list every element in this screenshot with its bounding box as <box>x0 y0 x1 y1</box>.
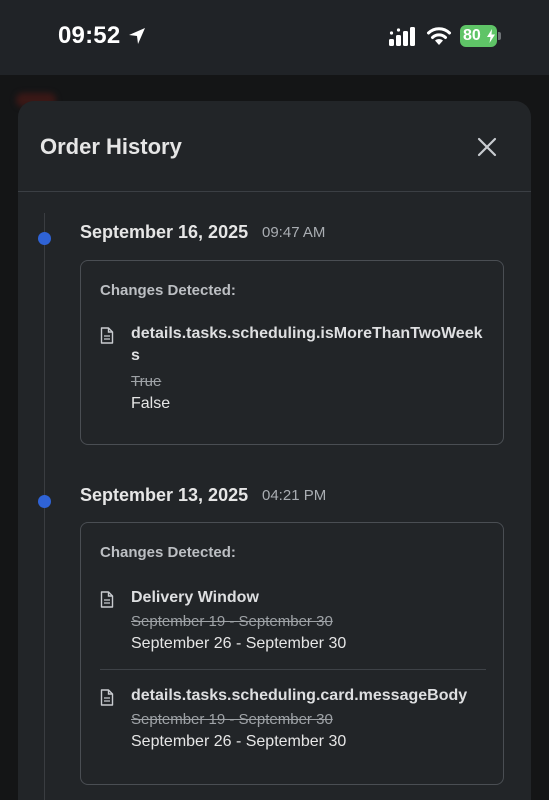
battery-percent: 80 <box>463 27 481 44</box>
order-history-sheet: Order History September 16, 2025 09:47 A… <box>18 101 531 800</box>
old-value: September 19 - September 30 <box>131 711 333 728</box>
document-icon <box>100 591 114 608</box>
wifi-icon <box>427 27 451 45</box>
battery-indicator: 80 <box>460 25 502 47</box>
new-value: September 26 - September 30 <box>131 635 347 652</box>
card-heading: Changes Detected: <box>100 282 236 299</box>
header-divider <box>18 191 531 192</box>
entry-time: 04:21 PM <box>262 487 327 504</box>
entry-date: September 13, 2025 <box>80 485 249 505</box>
charging-bolt-icon <box>487 29 495 43</box>
cellular-signal-icon <box>389 27 415 46</box>
change-field-name: Delivery Window <box>131 589 259 606</box>
new-value: False <box>131 395 171 412</box>
change-divider <box>100 669 486 670</box>
new-value: September 26 - September 30 <box>131 733 347 750</box>
location-arrow-icon <box>129 28 145 44</box>
status-time: 09:52 <box>58 22 121 49</box>
timeline-dot <box>38 495 51 508</box>
entry-date: September 16, 2025 <box>80 222 249 242</box>
status-bar: 09:52 80 <box>0 0 549 75</box>
timeline-dot <box>38 232 51 245</box>
changes-card: Changes Detected: Delivery Window Septem… <box>80 522 504 785</box>
changes-card: Changes Detected: details.tasks.scheduli… <box>80 260 504 445</box>
entry-time: 09:47 AM <box>262 224 326 241</box>
change-field-name: details.tasks.scheduling.isMoreThanTwoWe… <box>131 325 483 364</box>
card-heading: Changes Detected: <box>100 544 236 561</box>
document-icon <box>100 689 114 706</box>
old-value: True <box>131 373 162 390</box>
close-icon[interactable] <box>474 134 500 160</box>
document-icon <box>100 327 114 344</box>
change-field-name: details.tasks.scheduling.card.messageBod… <box>131 687 468 704</box>
old-value: September 19 - September 30 <box>131 613 333 630</box>
sheet-title: Order History <box>40 134 182 159</box>
